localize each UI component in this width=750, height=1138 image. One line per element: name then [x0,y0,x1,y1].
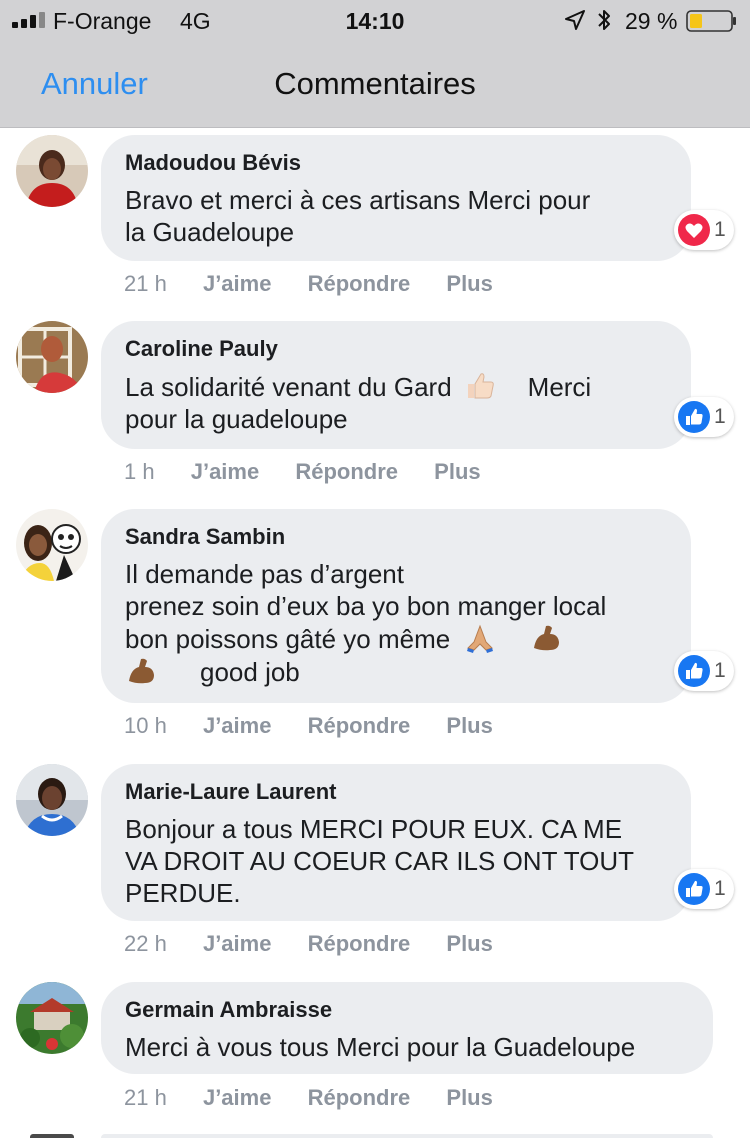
comment-time: 22 h [124,931,167,956]
comment-text-line: VA DROIT AU COEUR CAR ILS ONT TOUT [125,846,635,876]
comment-actions: 10 h J’aime Répondre Plus [124,713,523,739]
location-arrow-icon [565,10,585,30]
comment-time: 1 h [124,459,155,484]
comment-bubble[interactable]: Madoudou Bévis Bravo et merci à ces arti… [101,135,691,261]
comment-bubble[interactable]: Marie-Laure Laurent Bonjour a tous MERCI… [101,764,691,921]
comment-text-line: good job [125,655,667,688]
reply-link[interactable]: Répondre [308,1085,411,1110]
reaction-number: 1 [714,405,726,428]
comment-author[interactable]: Marie-Laure Laurent [125,779,667,805]
heart-icon [678,214,710,246]
comment-time: 21 h [124,271,167,296]
comment-text-segment: bon poissons gâté yo même [125,624,451,654]
comment-text: Il demande pas d’argent prenez soin d’eu… [125,558,667,688]
like-link[interactable]: J’aime [203,931,272,956]
reply-link[interactable]: Répondre [308,931,411,956]
comment-text-line: Bonjour a tous MERCI POUR EUX. CA ME [125,814,623,844]
like-icon [678,873,710,905]
reply-link[interactable]: Répondre [295,459,398,484]
comment-author[interactable]: Madoudou Bévis [125,150,667,176]
comment-text: La solidarité venant du Gard Merci pour … [125,370,667,435]
comment-actions: 21 h J’aime Répondre Plus [124,271,523,297]
page-title: Commentaires [274,66,476,101]
more-link[interactable]: Plus [446,931,492,956]
battery-icon [686,10,736,32]
comment-author[interactable]: Germain Ambraisse [125,997,689,1023]
comment-text-line: Il demande pas d’argent [125,559,404,589]
like-link[interactable]: J’aime [191,459,260,484]
like-link[interactable]: J’aime [203,1085,272,1110]
like-link[interactable]: J’aime [203,713,272,738]
comment-text-segment: Merci [527,372,592,402]
comment-text: Bonjour a tous MERCI POUR EUX. CA ME VA … [125,813,667,909]
comment-text-line: La solidarité venant du Gard Merci [125,370,667,403]
comment-text: Merci à vous tous Merci pour la Guadelou… [125,1031,689,1063]
reaction-count[interactable]: 1 [674,651,734,691]
comment-text: Bravo et merci à ces artisans Merci pour… [125,184,667,248]
flexed-biceps-emoji-icon [534,625,560,651]
comment-text-line: Merci à vous tous Merci pour la Guadelou… [125,1032,636,1062]
reaction-count[interactable]: 1 [674,397,734,437]
comment-time: 21 h [124,1085,167,1110]
comment-time: 10 h [124,713,167,738]
reaction-count[interactable]: 1 [674,869,734,909]
more-link[interactable]: Plus [446,271,492,296]
avatar[interactable] [16,135,88,207]
like-link[interactable]: J’aime [203,271,272,296]
bluetooth-icon [598,10,610,30]
thumbs-up-emoji-icon [467,373,494,399]
reaction-count[interactable]: 1 [674,210,734,250]
like-icon [678,655,710,687]
avatar[interactable] [16,982,88,1054]
reaction-number: 1 [714,877,726,900]
comment-bubble[interactable]: Sandra Sambin Il demande pas d’argent pr… [101,509,691,703]
comment-actions: 22 h J’aime Répondre Plus [124,931,523,957]
comment-text-line: Bravo et merci à ces artisans Merci pour [125,185,591,215]
reply-link[interactable]: Répondre [308,713,411,738]
comment-author[interactable]: Sandra Sambin [125,524,667,550]
comment-text-line: la Guadeloupe [125,217,295,247]
status-bar: F-Orange 4G 14:10 29 % [0,0,750,42]
comment-actions: 21 h J’aime Répondre Plus [124,1085,523,1111]
navigation-bar: Annuler Commentaires [0,42,750,128]
comment-bubble[interactable]: Germain Ambraisse Merci à vous tous Merc… [101,982,713,1074]
avatar[interactable] [16,509,88,581]
praying-hands-emoji-icon [467,624,494,653]
comment-bubble[interactable]: Caroline Pauly La solidarité venant du G… [101,321,691,449]
avatar[interactable] [16,764,88,836]
next-avatar-peek [30,1134,74,1138]
flexed-biceps-emoji-icon [129,658,154,684]
comment-text-line: prenez soin d’eux ba yo bon manger local [125,591,607,621]
comment-text-line: bon poissons gâté yo même [125,622,667,655]
avatar[interactable] [16,321,88,393]
more-link[interactable]: Plus [434,459,480,484]
comment-text-segment: La solidarité venant du Gard [125,372,452,402]
reply-link[interactable]: Répondre [308,271,411,296]
comment-text-segment: good job [200,657,300,687]
next-comment-peek [101,1134,713,1138]
comment-text-line: PERDUE. [125,878,241,908]
more-link[interactable]: Plus [446,713,492,738]
like-icon [678,401,710,433]
battery-percentage: 29 % [625,8,678,34]
comment-text-line: pour la guadeloupe [125,404,348,434]
more-link[interactable]: Plus [446,1085,492,1110]
comment-actions: 1 h J’aime Répondre Plus [124,459,511,485]
comment-author[interactable]: Caroline Pauly [125,336,667,362]
reaction-number: 1 [714,659,726,682]
reaction-number: 1 [714,218,726,241]
